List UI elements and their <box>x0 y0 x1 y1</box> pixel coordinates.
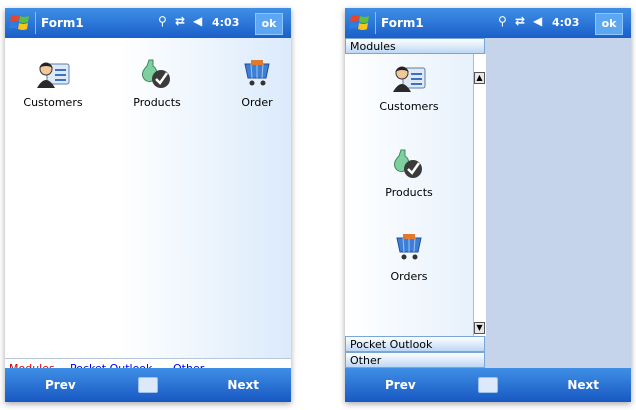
prev-softkey[interactable]: Prev <box>385 378 416 392</box>
content-area <box>485 38 631 368</box>
section-pocket-outlook-header[interactable]: Pocket Outlook <box>345 336 485 352</box>
window-title: Form1 <box>41 16 84 30</box>
icon-view: Customers Products Order Modules <box>5 38 291 379</box>
orders-item[interactable]: Orders <box>369 232 449 283</box>
ok-button[interactable]: ok <box>595 13 623 35</box>
order-label: Order <box>241 96 273 109</box>
keyboard-icon[interactable] <box>478 377 498 393</box>
products-item[interactable]: Products <box>117 58 197 109</box>
right-screen: Form1 ⚲ ⇄ ◀ 4:03 ok Modules Customers Pr… <box>345 8 631 402</box>
products-label: Products <box>133 96 181 109</box>
clock[interactable]: 4:03 <box>212 16 239 29</box>
clock[interactable]: 4:03 <box>552 16 579 29</box>
antenna-icon: ⚲ <box>158 14 167 28</box>
products-item[interactable]: Products <box>369 148 449 199</box>
customers-icon <box>37 62 70 88</box>
title-separator <box>375 12 376 34</box>
volume-icon[interactable]: ◀ <box>193 14 202 32</box>
modules-panel: Customers Products Orders <box>345 54 473 336</box>
title-bar: Form1 ⚲ ⇄ ◀ 4:03 ok <box>345 8 631 38</box>
customers-item[interactable]: Customers <box>369 62 449 113</box>
orders-label: Orders <box>390 270 428 283</box>
section-other-header[interactable]: Other <box>345 352 485 368</box>
scroll-down-arrow-icon[interactable]: ▼ <box>474 322 485 334</box>
section-modules-header[interactable]: Modules <box>345 38 485 54</box>
sync-icon: ⇄ <box>515 14 526 28</box>
products-icon <box>141 59 170 88</box>
softkey-bar: Prev Next <box>345 368 631 402</box>
title-separator <box>35 12 36 34</box>
customers-icon <box>393 66 426 92</box>
window-title: Form1 <box>381 16 424 30</box>
next-softkey[interactable]: Next <box>227 378 259 392</box>
title-bar: Form1 ⚲ ⇄ ◀ 4:03 ok <box>5 8 291 38</box>
windows-start-icon[interactable] <box>349 13 371 33</box>
order-item[interactable]: Order <box>217 58 291 109</box>
order-cart-icon <box>244 60 270 86</box>
volume-icon[interactable]: ◀ <box>533 14 542 32</box>
products-icon <box>393 149 422 178</box>
customers-label: Customers <box>379 100 439 113</box>
antenna-icon: ⚲ <box>498 14 507 28</box>
ok-button[interactable]: ok <box>255 13 283 35</box>
prev-softkey[interactable]: Prev <box>45 378 76 392</box>
sync-icon: ⇄ <box>175 14 186 28</box>
softkey-bar: Prev Next <box>5 368 291 402</box>
customers-item[interactable]: Customers <box>13 58 93 109</box>
modules-scrollbar[interactable]: ▲ ▼ <box>473 54 486 336</box>
customers-label: Customers <box>23 96 83 109</box>
products-label: Products <box>385 186 433 199</box>
scroll-up-arrow-icon[interactable]: ▲ <box>474 72 485 84</box>
left-screen: Form1 ⚲ ⇄ ◀ 4:03 ok Customers Products O… <box>5 8 291 402</box>
order-cart-icon <box>396 234 422 260</box>
keyboard-icon[interactable] <box>138 377 158 393</box>
next-softkey[interactable]: Next <box>567 378 599 392</box>
windows-start-icon[interactable] <box>9 13 31 33</box>
